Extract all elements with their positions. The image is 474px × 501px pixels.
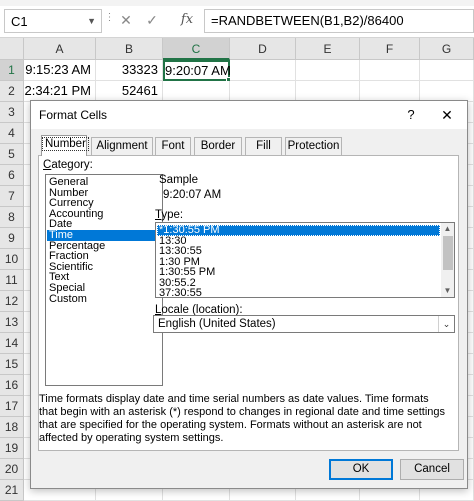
tab-label: Protection (287, 140, 340, 152)
cell-c2[interactable] (163, 81, 230, 102)
row-header-16[interactable]: 16 (0, 375, 24, 396)
row-header-18[interactable]: 18 (0, 417, 24, 438)
row-header-8[interactable]: 8 (0, 207, 24, 228)
dialog-titlebar[interactable]: Format Cells ? ✕ (31, 101, 467, 129)
formula-input[interactable]: =RANDBETWEEN(B1,B2)/86400 (204, 9, 474, 33)
locale-value: English (United States) (158, 318, 276, 330)
column-header-d[interactable]: D (230, 38, 296, 60)
scroll-up-icon[interactable]: ▲ (441, 223, 454, 235)
chevron-down-icon[interactable]: ⌄ (438, 316, 454, 332)
sample-label: Sample (159, 174, 198, 186)
ok-button[interactable]: OK (329, 459, 393, 480)
row-header-5[interactable]: 5 (0, 144, 24, 165)
column-header-f[interactable]: F (360, 38, 420, 60)
tab-label: Font (161, 140, 185, 152)
type-listbox[interactable]: *1:30:55 PM 13:30 13:30:55 1:30 PM 1:30:55 P… (155, 222, 455, 298)
row-header-14[interactable]: 14 (0, 333, 24, 354)
row-header-15[interactable]: 15 (0, 354, 24, 375)
cell-b1[interactable]: 33323 (96, 60, 163, 81)
row-header-21[interactable]: 21 (0, 480, 24, 501)
row-header-10[interactable]: 10 (0, 249, 24, 270)
scroll-down-icon[interactable]: ▼ (441, 285, 454, 297)
column-header-c[interactable]: C (163, 38, 230, 60)
row-header-19[interactable]: 19 (0, 438, 24, 459)
tab-border[interactable]: Border (194, 137, 242, 155)
cell-d1[interactable] (230, 60, 296, 81)
row-header-6[interactable]: 6 (0, 165, 24, 186)
locale-select[interactable]: English (United States) ⌄ (153, 315, 455, 333)
type-label: Type: (155, 209, 183, 221)
tab-label: Border (200, 140, 236, 152)
category-listbox[interactable]: General Number Currency Accounting Date Time P… (45, 174, 163, 386)
type-item[interactable]: *1:30:55 PM (157, 225, 440, 236)
cell-g1[interactable] (420, 60, 474, 81)
sample-value: 9:20:07 AM (163, 189, 222, 201)
row-header-12[interactable]: 12 (0, 291, 24, 312)
tab-label: Number (42, 137, 89, 151)
column-header-a[interactable]: A (24, 38, 96, 60)
column-header-b[interactable]: B (96, 38, 163, 60)
cell-d2[interactable] (230, 81, 296, 102)
type-item[interactable]: 1:30:55 PM (157, 267, 440, 278)
tab-protection[interactable]: Protection (285, 137, 342, 155)
tab-alignment[interactable]: Alignment (91, 137, 153, 155)
category-label-text: ategory: (51, 159, 93, 171)
insert-function-icon[interactable]: fx (176, 9, 198, 33)
drag-handle-icon[interactable]: ⋮ (104, 12, 115, 23)
tab-font[interactable]: Font (155, 137, 191, 155)
confirm-entry-icon[interactable]: ✓ (141, 9, 163, 33)
category-label: Category: (43, 159, 93, 171)
cell-c1[interactable]: 9:20:07 AM (163, 60, 231, 81)
cell-a1[interactable]: 9:15:23 AM (24, 60, 96, 81)
column-header-g[interactable]: G (420, 38, 474, 60)
close-icon[interactable]: ✕ (433, 104, 461, 126)
tab-label: Fill (256, 140, 271, 152)
dialog-title: Format Cells (39, 108, 108, 122)
tab-number[interactable]: Number (41, 135, 89, 156)
name-box[interactable]: C1 ▼ (4, 9, 102, 33)
tab-label: Alignment (96, 140, 148, 152)
column-header-e[interactable]: E (296, 38, 360, 60)
cancel-entry-icon[interactable]: ✕ (115, 9, 137, 33)
row-header-11[interactable]: 11 (0, 270, 24, 291)
cell-f2[interactable] (360, 81, 420, 102)
select-all-corner[interactable] (0, 38, 24, 60)
format-description: Time formats display date and time seria… (39, 393, 446, 444)
cell-b2[interactable]: 52461 (96, 81, 163, 102)
row-header-1[interactable]: 1 (0, 60, 24, 81)
scroll-thumb[interactable] (443, 236, 453, 270)
help-button[interactable]: ? (399, 104, 423, 126)
name-box-value: C1 (11, 14, 28, 29)
row-header-9[interactable]: 9 (0, 228, 24, 249)
row-header-17[interactable]: 17 (0, 396, 24, 417)
row-header-13[interactable]: 13 (0, 312, 24, 333)
cell-e1[interactable] (296, 60, 360, 81)
type-list-scrollbar[interactable]: ▲ ▼ (441, 223, 454, 297)
cancel-button[interactable]: Cancel (400, 459, 464, 480)
cell-f1[interactable] (360, 60, 420, 81)
type-label-text: ype: (161, 209, 184, 221)
chevron-down-icon[interactable]: ▼ (87, 16, 96, 26)
format-cells-dialog: Format Cells ? ✕ Number Alignment Font Bord… (30, 100, 468, 489)
row-header-2[interactable]: 2 (0, 81, 24, 102)
row-header-4[interactable]: 4 (0, 123, 24, 144)
cell-a2[interactable]: 2:34:21 PM (24, 81, 96, 102)
row-header-20[interactable]: 20 (0, 459, 24, 480)
tab-fill[interactable]: Fill (245, 137, 282, 155)
cell-e2[interactable] (296, 81, 360, 102)
row-header-3[interactable]: 3 (0, 102, 24, 123)
type-item[interactable]: 37:30:55 (157, 288, 440, 298)
row-header-7[interactable]: 7 (0, 186, 24, 207)
category-item-custom[interactable]: Custom (47, 293, 161, 305)
cell-g2[interactable] (420, 81, 474, 102)
